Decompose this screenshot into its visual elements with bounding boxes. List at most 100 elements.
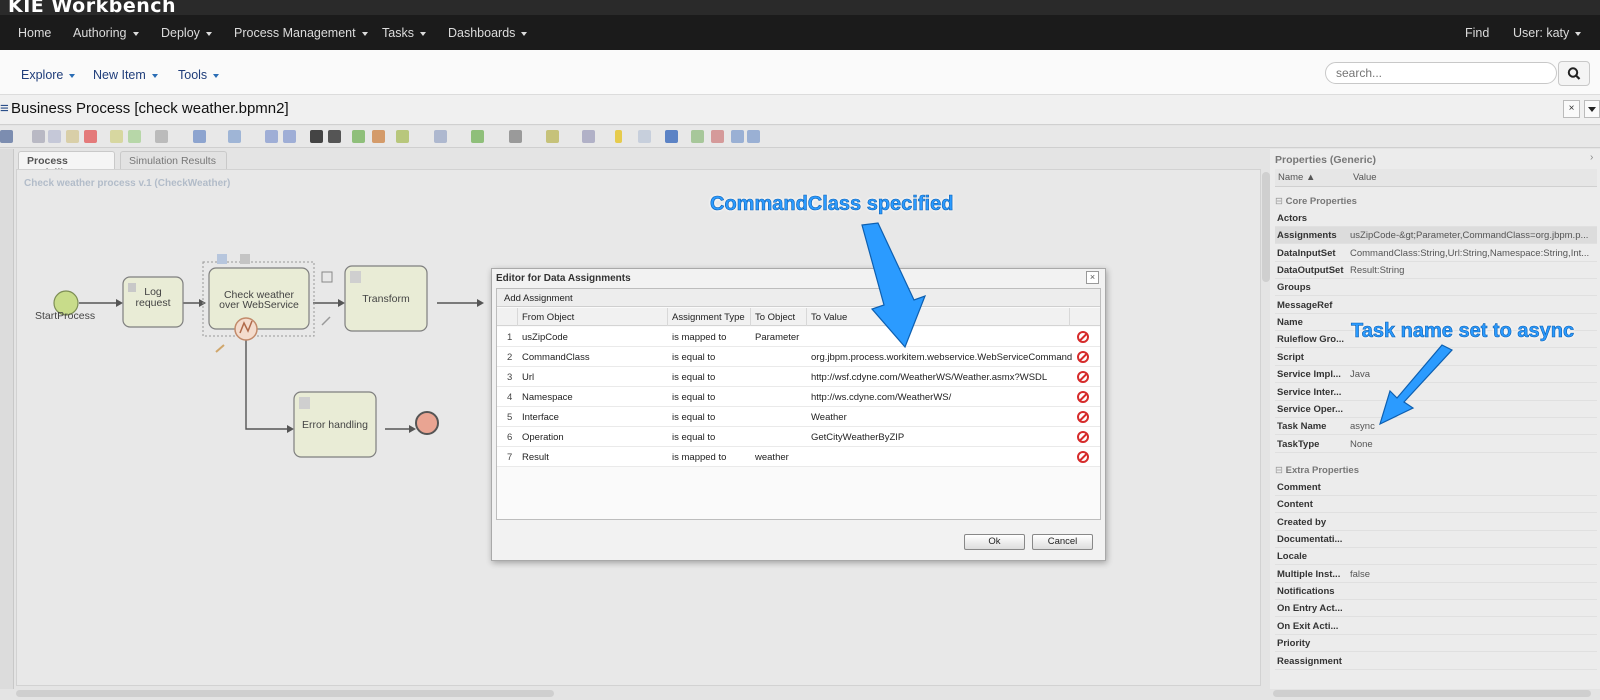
property-row[interactable]: Created by <box>1275 514 1597 531</box>
unlock-icon[interactable] <box>328 130 341 143</box>
nav-authoring[interactable]: Authoring <box>73 26 139 40</box>
core-properties-section[interactable]: Core Properties <box>1275 196 1357 207</box>
search-button[interactable] <box>1558 61 1590 86</box>
note-icon[interactable] <box>615 130 622 143</box>
delete-icon[interactable] <box>1077 351 1089 363</box>
paste-icon[interactable] <box>66 130 79 143</box>
property-row[interactable]: Locale <box>1275 548 1597 566</box>
property-row[interactable]: Assignments usZipCode-&gt;Parameter,Comma… <box>1275 227 1597 245</box>
move-icon[interactable] <box>638 130 651 143</box>
nav-home[interactable]: Home <box>18 26 51 40</box>
header-assignment-type[interactable]: Assignment Type <box>672 312 745 323</box>
ok-button[interactable]: Ok <box>964 534 1025 550</box>
property-row[interactable]: Notifications <box>1275 583 1597 601</box>
property-row[interactable]: Task Name async <box>1275 418 1597 436</box>
delete-icon[interactable] <box>1077 391 1089 403</box>
property-row[interactable]: Priority <box>1275 635 1597 653</box>
layout-icon[interactable] <box>434 130 447 143</box>
search-input[interactable] <box>1325 62 1557 84</box>
delete-icon[interactable] <box>1077 331 1089 343</box>
property-row[interactable]: Service Oper... <box>1275 401 1597 418</box>
cancel-button[interactable]: Cancel <box>1032 534 1093 550</box>
validate-icon[interactable] <box>546 130 559 143</box>
property-value[interactable]: async <box>1350 421 1590 432</box>
shape-icon[interactable] <box>193 130 206 143</box>
add-icon[interactable] <box>352 130 365 143</box>
export-icon[interactable] <box>582 130 595 143</box>
property-value[interactable]: false <box>1350 569 1590 580</box>
property-row[interactable]: Reassignment <box>1275 653 1597 670</box>
header-to-value[interactable]: To Value <box>811 312 847 323</box>
end-event[interactable] <box>415 411 439 435</box>
dialog-close-button[interactable]: × <box>1086 271 1099 284</box>
add-assignment-button[interactable]: Add Assignment <box>504 293 573 304</box>
table-row[interactable]: 7 Result is mapped to weather <box>497 447 1100 467</box>
property-row[interactable]: DataOutputSet Result:String <box>1275 262 1597 280</box>
property-row[interactable]: Actors <box>1275 210 1597 227</box>
table-row[interactable]: 3 Url is equal to http://wsf.cdyne.com/Weat… <box>497 367 1100 387</box>
property-row[interactable]: MessageRef <box>1275 297 1597 314</box>
subnav-tools[interactable]: Tools <box>178 68 220 82</box>
property-row[interactable]: Service Inter... <box>1275 384 1597 401</box>
subnav-explore[interactable]: Explore <box>21 68 76 82</box>
col-value[interactable]: Value <box>1353 172 1377 183</box>
property-value[interactable]: None <box>1350 439 1590 450</box>
cloud-icon[interactable] <box>228 130 241 143</box>
wrench-icon[interactable] <box>215 344 225 353</box>
header-from-object[interactable]: From Object <box>522 312 574 323</box>
delete-icon[interactable] <box>84 130 97 143</box>
table-row[interactable]: 5 Interface is equal to Weather <box>497 407 1100 427</box>
property-value[interactable]: usZipCode-&gt;Parameter,CommandClass=org… <box>1350 230 1590 241</box>
panel-icon[interactable] <box>731 130 744 143</box>
save-icon[interactable] <box>0 130 13 143</box>
import-icon[interactable] <box>471 130 484 143</box>
nav-deploy[interactable]: Deploy <box>161 26 212 40</box>
table-row[interactable]: 4 Namespace is equal to http://ws.cdyne.com… <box>497 387 1100 407</box>
header-to-object[interactable]: To Object <box>755 312 795 323</box>
undo-icon[interactable] <box>110 130 123 143</box>
property-row[interactable]: TaskType None <box>1275 436 1597 453</box>
property-row[interactable]: Documentati... <box>1275 531 1597 549</box>
delete-icon[interactable] <box>1077 371 1089 383</box>
nav-find[interactable]: Find <box>1465 26 1489 40</box>
lock-icon[interactable] <box>310 130 323 143</box>
property-value[interactable]: CommandClass:String,Url:String,Namespace… <box>1350 248 1590 259</box>
col-name[interactable]: Name ▲ <box>1278 172 1315 183</box>
property-row[interactable]: Multiple Inst... false <box>1275 566 1597 583</box>
arrow-left-icon[interactable] <box>711 130 724 143</box>
property-row[interactable]: Comment <box>1275 479 1597 496</box>
copy-icon[interactable] <box>48 130 61 143</box>
table-row[interactable]: 6 Operation is equal to GetCityWeatherByZIP <box>497 427 1100 447</box>
flow-error[interactable] <box>245 338 287 430</box>
property-row[interactable]: Content <box>1275 496 1597 514</box>
property-row[interactable]: Groups <box>1275 279 1597 297</box>
menu-icon[interactable]: ≡ <box>0 100 9 117</box>
remove-icon[interactable] <box>372 130 385 143</box>
property-row[interactable]: On Exit Acti... <box>1275 618 1597 635</box>
zoom-fit-icon[interactable] <box>265 130 278 143</box>
panel-alt-icon[interactable] <box>747 130 760 143</box>
subnav-new-item[interactable]: New Item <box>93 68 158 82</box>
extra-properties-section[interactable]: Extra Properties <box>1275 465 1359 476</box>
canvas-vertical-scrollbar[interactable] <box>1262 172 1270 282</box>
delete-icon[interactable] <box>1077 411 1089 423</box>
property-row[interactable]: On Entry Act... <box>1275 600 1597 618</box>
collapse-icon[interactable]: › <box>1590 152 1593 163</box>
property-value[interactable]: Result:String <box>1350 265 1590 276</box>
task-shape-icon[interactable] <box>321 271 333 283</box>
close-editor-button[interactable]: × <box>1563 100 1580 118</box>
cut-icon[interactable] <box>32 130 45 143</box>
properties-horizontal-scrollbar[interactable] <box>1273 690 1591 697</box>
save-as-icon[interactable] <box>665 130 678 143</box>
connector-icon[interactable] <box>321 316 331 326</box>
redo-icon[interactable] <box>128 130 141 143</box>
clock-icon[interactable] <box>155 130 168 143</box>
tab-simulation-results[interactable]: Simulation Results <box>120 151 227 169</box>
nav-process-management[interactable]: Process Management <box>234 26 368 40</box>
delete-icon[interactable] <box>1077 431 1089 443</box>
property-row[interactable]: DataInputSet CommandClass:String,Url:Stri… <box>1275 245 1597 262</box>
left-panel-collapsed[interactable] <box>0 149 14 689</box>
zoom-reset-icon[interactable] <box>283 130 296 143</box>
tab-process-modelling[interactable]: Process Modelling <box>18 151 115 179</box>
delete-icon[interactable] <box>1077 451 1089 463</box>
